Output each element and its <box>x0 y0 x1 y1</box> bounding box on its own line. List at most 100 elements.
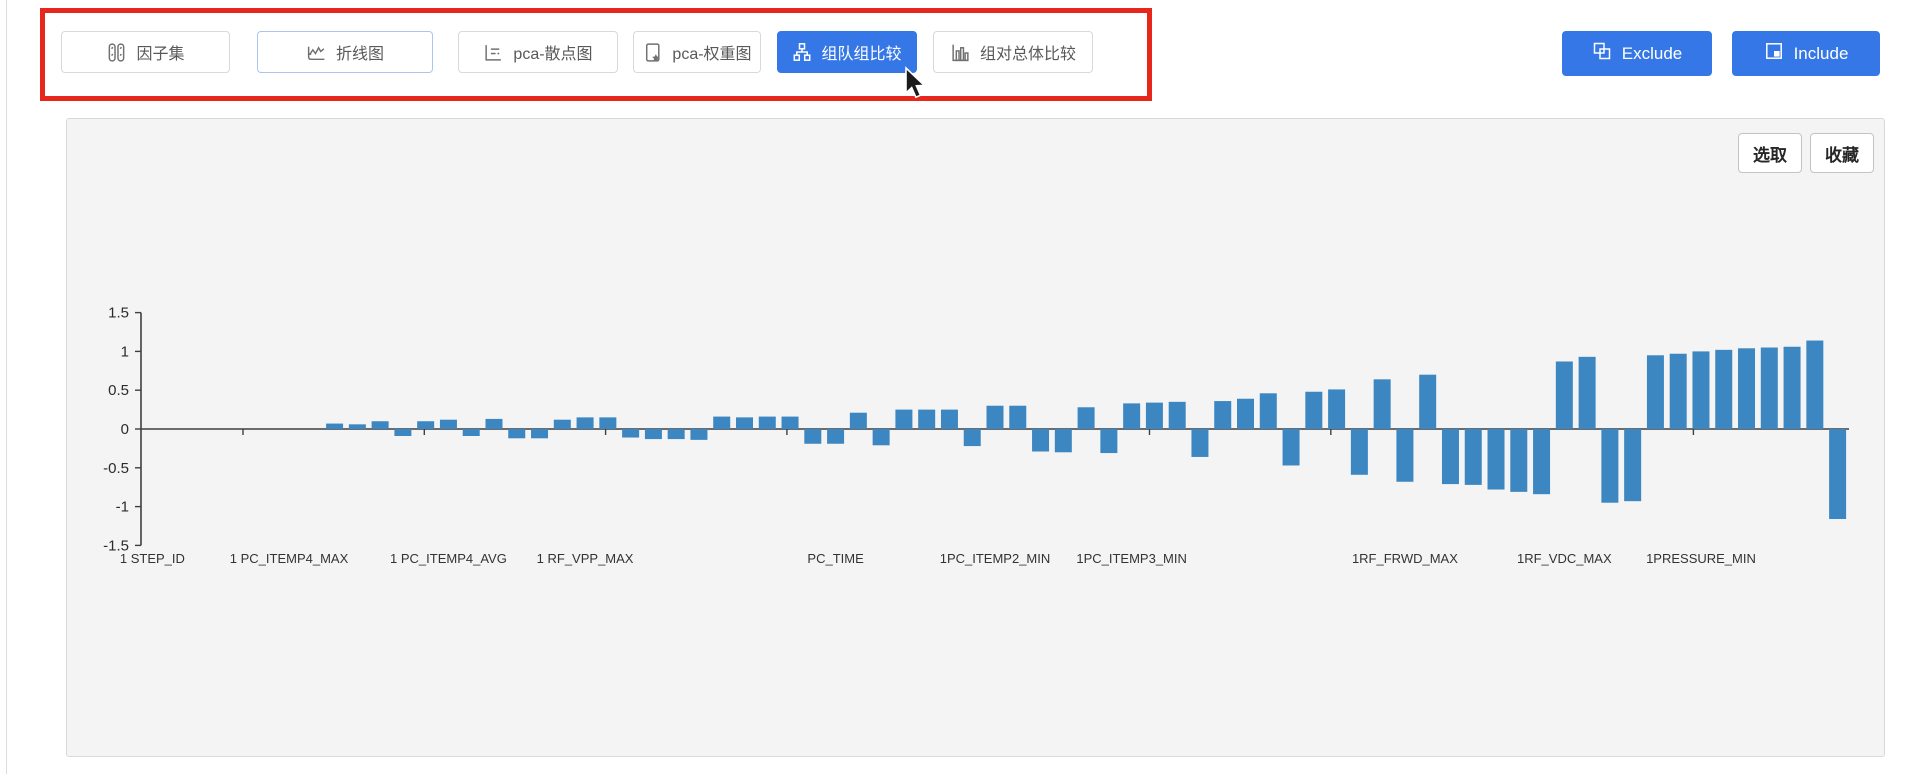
pca-scatter-button-label: pca-散点图 <box>513 40 592 64</box>
bar[interactable] <box>1191 429 1208 457</box>
bar[interactable] <box>1806 341 1823 429</box>
bar[interactable] <box>508 429 525 438</box>
favorite-button[interactable]: 收藏 <box>1810 133 1874 173</box>
bar[interactable] <box>1624 429 1641 501</box>
bar-chart: 1.510.50-0.5-1-1.51 STEP_ID1 PC_ITEMP4_M… <box>67 119 1884 756</box>
bar[interactable] <box>1761 348 1778 429</box>
bar[interactable] <box>1374 379 1391 429</box>
bar[interactable] <box>326 424 343 429</box>
factor-set-button[interactable]: 因子集 <box>61 31 230 73</box>
include-button[interactable]: Include <box>1732 31 1880 76</box>
bar[interactable] <box>1351 429 1368 475</box>
bar[interactable] <box>372 421 389 429</box>
bar[interactable] <box>1533 429 1550 494</box>
bar[interactable] <box>1055 429 1072 452</box>
bar[interactable] <box>1328 389 1345 429</box>
bar[interactable] <box>417 421 434 429</box>
bar[interactable] <box>1123 403 1140 429</box>
bar[interactable] <box>599 417 616 429</box>
x-axis-tick-label: 1RF_VDC_MAX <box>1517 551 1612 566</box>
y-axis-tick-label: 1.5 <box>108 305 129 322</box>
bar[interactable] <box>759 417 776 429</box>
bar[interactable] <box>1283 429 1300 465</box>
bar[interactable] <box>1647 355 1664 429</box>
exclude-button[interactable]: Exclude <box>1562 31 1712 76</box>
bar[interactable] <box>1510 429 1527 492</box>
bar[interactable] <box>622 429 639 438</box>
y-axis-tick-label: 1 <box>121 343 129 360</box>
bar[interactable] <box>1009 406 1026 429</box>
bar[interactable] <box>1032 429 1049 452</box>
bar[interactable] <box>850 413 867 429</box>
group-vs-all-button[interactable]: 组对总体比较 <box>933 31 1093 73</box>
x-axis-tick-label: 1 STEP_ID <box>120 551 185 566</box>
bar[interactable] <box>1146 403 1163 429</box>
bar[interactable] <box>918 410 935 429</box>
bar[interactable] <box>1396 429 1413 482</box>
x-axis-tick-label: 1PRESSURE_MIN <box>1646 551 1756 566</box>
bar[interactable] <box>873 429 890 445</box>
bar[interactable] <box>1784 347 1801 429</box>
bar[interactable] <box>531 429 548 438</box>
bar[interactable] <box>1601 429 1618 503</box>
y-axis-tick-label: -1 <box>116 499 129 516</box>
bar[interactable] <box>645 429 662 439</box>
pca-weight-button-label: pca-权重图 <box>672 40 751 64</box>
bar[interactable] <box>690 429 707 440</box>
pca-weight-button[interactable]: pca-权重图 <box>633 31 761 73</box>
bar[interactable] <box>1579 357 1596 429</box>
bar[interactable] <box>1169 402 1186 429</box>
group-vs-group-button-label: 组队组比较 <box>821 40 901 64</box>
bar[interactable] <box>827 429 844 444</box>
bar[interactable] <box>440 420 457 429</box>
bar[interactable] <box>782 417 799 429</box>
bar[interactable] <box>1419 375 1436 429</box>
bar[interactable] <box>736 417 753 429</box>
line-chart-icon <box>306 42 327 63</box>
x-axis-tick-label: 1 RF_VPP_MAX <box>537 551 634 566</box>
bar[interactable] <box>1692 351 1709 429</box>
bar[interactable] <box>1715 350 1732 429</box>
bar[interactable] <box>394 429 411 436</box>
factor-set-icon <box>106 42 127 63</box>
bar[interactable] <box>804 429 821 444</box>
bar[interactable] <box>964 429 981 446</box>
bar[interactable] <box>463 429 480 436</box>
bar[interactable] <box>349 424 366 429</box>
bar[interactable] <box>895 410 912 429</box>
bar[interactable] <box>554 420 571 429</box>
exclude-button-label: Exclude <box>1622 44 1682 64</box>
bar[interactable] <box>485 419 502 429</box>
x-axis-tick-label: 1 PC_ITEMP4_AVG <box>390 551 507 566</box>
bar[interactable] <box>1829 429 1846 519</box>
bar[interactable] <box>1305 392 1322 429</box>
bar[interactable] <box>1556 361 1573 429</box>
pca-scatter-button[interactable]: pca-散点图 <box>458 31 618 73</box>
bar[interactable] <box>668 429 685 439</box>
bar[interactable] <box>1214 401 1231 429</box>
select-button-label: 选取 <box>1753 141 1787 166</box>
factor-set-button-label: 因子集 <box>136 40 184 64</box>
bar[interactable] <box>1260 393 1277 429</box>
bar[interactable] <box>1670 354 1687 429</box>
bar[interactable] <box>1237 399 1254 429</box>
bar[interactable] <box>1738 348 1755 429</box>
bar[interactable] <box>577 417 594 429</box>
y-axis-tick-label: -0.5 <box>103 460 129 477</box>
bar[interactable] <box>1442 429 1459 484</box>
exclude-icon <box>1592 41 1612 66</box>
bar[interactable] <box>1488 429 1505 490</box>
select-button[interactable]: 选取 <box>1738 133 1802 173</box>
bar[interactable] <box>1465 429 1482 485</box>
line-chart-button[interactable]: 折线图 <box>257 31 433 73</box>
favorite-button-label: 收藏 <box>1825 141 1859 166</box>
group-vs-group-button[interactable]: 组队组比较 <box>777 31 917 73</box>
bar[interactable] <box>987 406 1004 429</box>
y-axis-tick-label: 0.5 <box>108 382 129 399</box>
bar[interactable] <box>941 410 958 429</box>
bar[interactable] <box>1078 407 1095 429</box>
line-chart-button-label: 折线图 <box>336 40 384 64</box>
bar[interactable] <box>713 417 730 429</box>
bar[interactable] <box>1100 429 1117 453</box>
sitemap-icon <box>792 42 812 62</box>
